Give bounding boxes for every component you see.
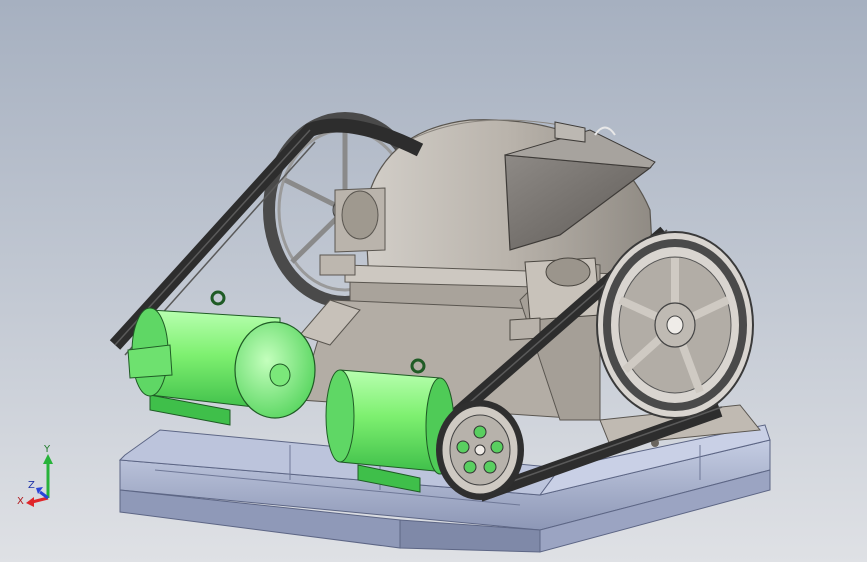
left-motor — [127, 290, 316, 426]
drive-pulley — [436, 400, 524, 500]
xyz-axes-icon: Y X Z — [17, 444, 53, 507]
x-axis-label: X — [17, 496, 24, 507]
z-axis-label: Z — [28, 480, 35, 491]
crusher-assembly-drawing — [109, 112, 771, 553]
cad-viewport[interactable]: Y X Z — [0, 0, 867, 562]
y-axis-arrow — [43, 454, 53, 464]
y-axis-label: Y — [43, 444, 51, 455]
x-axis-line — [31, 496, 49, 504]
x-axis-arrow — [26, 497, 34, 507]
front-pulley — [596, 231, 754, 419]
